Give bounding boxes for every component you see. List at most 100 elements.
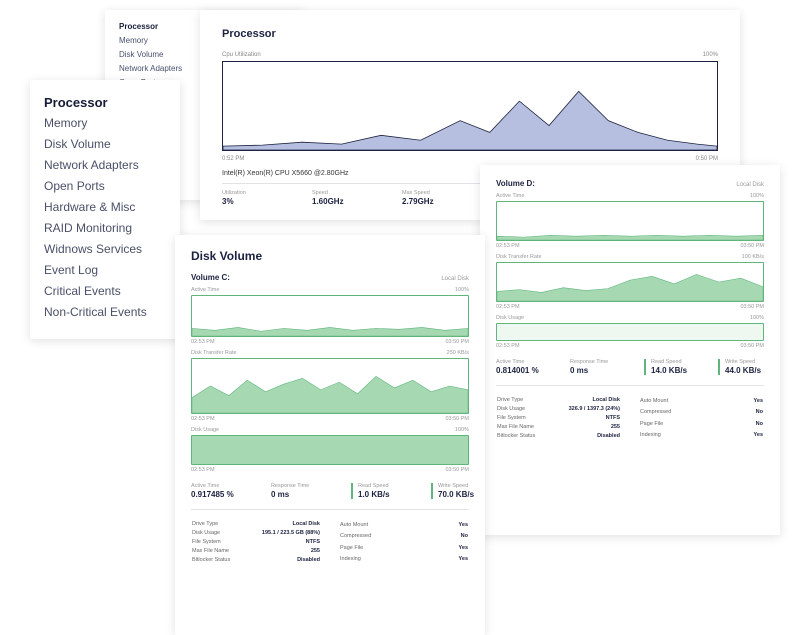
prop-row: File SystemNTFS <box>191 538 321 547</box>
sidebar: Processor Memory Disk Volume Network Ada… <box>30 80 180 339</box>
stat-label: Max Speed <box>402 190 462 196</box>
sidebar-item-disk-volume[interactable]: Disk Volume <box>44 134 166 155</box>
prop-key: File System <box>496 414 550 423</box>
sidebar-item-raid-monitoring[interactable]: RAID Monitoring <box>44 218 166 239</box>
prop-val: Yes <box>732 396 764 407</box>
prop-val: Yes <box>732 430 764 441</box>
stat-value: 1.0 KB/s <box>358 490 411 499</box>
time-end: 03:50 PM <box>740 343 764 349</box>
prop-key: Page File <box>339 543 436 554</box>
stat-value: 1.60GHz <box>312 197 372 206</box>
prop-key: Drive Type <box>191 520 243 529</box>
time-start: 02:53 PM <box>496 304 520 310</box>
prop-val: 255 <box>243 547 321 556</box>
stat-label: Write Speed <box>438 483 491 489</box>
time-end: 03:50 PM <box>445 339 469 345</box>
props-right: Auto MountYesCompressedNoPage FileYesInd… <box>339 520 469 565</box>
sidebar-item-open-ports[interactable]: Open Ports <box>44 176 166 197</box>
transfer-rate-chart <box>191 358 469 414</box>
stat-value: 14.0 KB/s <box>651 366 704 375</box>
stat-value: 0.814001 % <box>496 366 556 375</box>
chart-label: Active Time <box>191 287 219 293</box>
time-end: 03:50 PM <box>740 243 764 249</box>
prop-val: 255 <box>550 423 621 432</box>
volume-type: Local Disk <box>441 276 469 282</box>
sidebar-item-network-adapters[interactable]: Network Adapters <box>44 155 166 176</box>
time-end: 03:50 PM <box>445 467 469 473</box>
sidebar-item-windows-services[interactable]: Widnows Services <box>44 239 166 260</box>
sidebar-item-critical-events[interactable]: Critical Events <box>44 281 166 302</box>
prop-row: CompressedNo <box>639 407 764 418</box>
volume-name: Volume D: <box>496 179 535 188</box>
volume-type: Local Disk <box>736 182 764 188</box>
prop-val: Yes <box>436 554 469 565</box>
chart-label-right: 100% <box>703 52 718 58</box>
prop-key: Bitlocker Status <box>496 432 550 441</box>
disk-properties: Drive TypeLocal DiskDisk Usage326.9 / 13… <box>496 396 764 441</box>
time-start: 02:53 PM <box>496 243 520 249</box>
chart-label: Disk Transfer Rate <box>191 350 237 356</box>
prop-val: No <box>732 407 764 418</box>
chart-max: 250 KB/s <box>447 350 469 356</box>
time-start: 02:53 PM <box>191 339 215 345</box>
sidebar-item-processor[interactable]: Processor <box>44 92 166 113</box>
prop-row: Bitlocker StatusDisabled <box>191 556 321 565</box>
time-end: 0:50 PM <box>696 156 718 162</box>
active-time-chart <box>496 201 764 241</box>
prop-key: Max File Name <box>496 423 550 432</box>
prop-val: Yes <box>436 543 469 554</box>
time-start: 02:53 PM <box>496 343 520 349</box>
divider <box>496 385 764 386</box>
time-end: 03:50 PM <box>740 304 764 310</box>
disk-stats: Active Time0.814001 % Response Time0 ms … <box>496 359 764 375</box>
prop-key: Auto Mount <box>639 396 732 407</box>
chart-max: 100% <box>750 315 764 321</box>
prop-row: Drive TypeLocal Disk <box>191 520 321 529</box>
transfer-rate-chart <box>496 262 764 302</box>
chart-max: 100% <box>750 193 764 199</box>
prop-key: Compressed <box>639 407 732 418</box>
stat-label: Read Speed <box>651 359 704 365</box>
chart-max: 100 KB/s <box>742 254 764 260</box>
prop-key: Indexing <box>339 554 436 565</box>
sidebar-item-event-log[interactable]: Event Log <box>44 260 166 281</box>
prop-row: Disk Usage195.1 / 223.5 GB (88%) <box>191 529 321 538</box>
prop-key: Bitlocker Status <box>191 556 243 565</box>
divider <box>191 509 469 510</box>
sidebar-item-noncritical-events[interactable]: Non-Critical Events <box>44 302 166 323</box>
prop-row: CompressedNo <box>339 531 469 542</box>
stat-value: 0.917485 % <box>191 490 251 499</box>
time-start: 0:52 PM <box>222 156 244 162</box>
prop-val: Local Disk <box>243 520 321 529</box>
chart-label-left: Cpu Utilization <box>222 52 261 58</box>
prop-val: Yes <box>436 520 469 531</box>
stat-value: 70.0 KB/s <box>438 490 491 499</box>
prop-row: Auto MountYes <box>639 396 764 407</box>
prop-val: 326.9 / 1397.3 (24%) <box>550 405 621 414</box>
props-left: Drive TypeLocal DiskDisk Usage326.9 / 13… <box>496 396 621 441</box>
prop-row: Bitlocker StatusDisabled <box>496 432 621 441</box>
sidebar-item-hardware-misc[interactable]: Hardware & Misc <box>44 197 166 218</box>
sidebar-item-memory[interactable]: Memory <box>44 113 166 134</box>
prop-key: Disk Usage <box>496 405 550 414</box>
panel-title: Disk Volume <box>191 249 469 263</box>
props-right: Auto MountYesCompressedNoPage FileNoInde… <box>639 396 764 441</box>
disk-c-panel: Disk Volume Volume C: Local Disk Active … <box>175 235 485 635</box>
chart-label: Disk Usage <box>496 315 524 321</box>
disk-usage-bar <box>496 323 764 341</box>
prop-val: Disabled <box>243 556 321 565</box>
stat-value: 0 ms <box>271 490 331 499</box>
prop-row: IndexingYes <box>339 554 469 565</box>
prop-row: Max File Name255 <box>191 547 321 556</box>
prop-row: Disk Usage326.9 / 1397.3 (24%) <box>496 405 621 414</box>
prop-row: Page FileNo <box>639 419 764 430</box>
disk-stats: Active Time0.917485 % Response Time0 ms … <box>191 483 469 499</box>
stat-label: Utilization <box>222 190 282 196</box>
prop-key: Disk Usage <box>191 529 243 538</box>
prop-row: Max File Name255 <box>496 423 621 432</box>
prop-row: Drive TypeLocal Disk <box>496 396 621 405</box>
prop-row: File SystemNTFS <box>496 414 621 423</box>
cpu-chart <box>222 61 718 151</box>
prop-val: Disabled <box>550 432 621 441</box>
stat-value: 3% <box>222 197 282 206</box>
